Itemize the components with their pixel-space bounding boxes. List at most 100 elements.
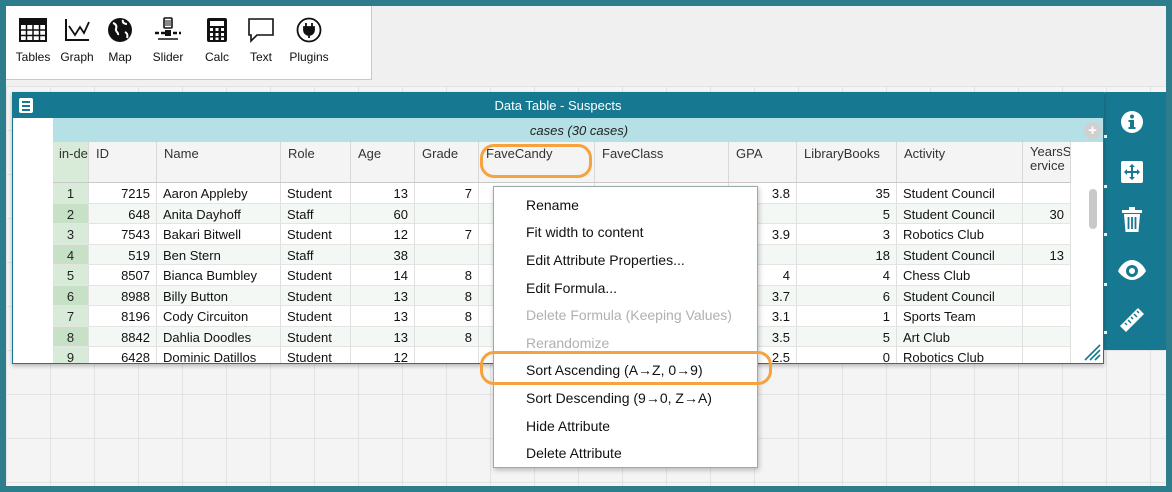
table-cell[interactable]: 30	[1023, 203, 1071, 223]
table-cell[interactable]: 8196	[89, 306, 157, 326]
table-cell[interactable]: Staff	[281, 203, 351, 223]
table-cell[interactable]: 4	[797, 265, 897, 285]
scale-button[interactable]	[1104, 152, 1154, 192]
menu-item-fit-width[interactable]: Fit width to content	[494, 219, 757, 247]
table-cell[interactable]: Student	[281, 224, 351, 244]
tool-tables[interactable]: Tables	[10, 12, 56, 79]
table-cell[interactable]: 8988	[89, 285, 157, 305]
table-cell[interactable]: 35	[797, 183, 897, 203]
table-cell[interactable]: 38	[351, 244, 415, 264]
table-cell[interactable]: Student Council	[897, 244, 1023, 264]
column-header-yearsservice[interactable]: YearsS ervice	[1023, 142, 1071, 182]
table-cell[interactable]: Student Council	[897, 285, 1023, 305]
table-cell[interactable]: Chess Club	[897, 265, 1023, 285]
vertical-scrollbar[interactable]	[1089, 189, 1097, 229]
column-header-faveclass[interactable]: FaveClass	[595, 142, 729, 182]
table-cell[interactable]: Anita Dayhoff	[157, 203, 281, 223]
menu-item-sort-descending[interactable]: Sort Descending (9→0, Z→A)	[494, 384, 757, 412]
table-cell[interactable]: 12	[351, 347, 415, 363]
table-cell[interactable]: Bianca Bumbley	[157, 265, 281, 285]
table-cell[interactable]	[1023, 347, 1071, 363]
table-cell[interactable]: Bakari Bitwell	[157, 224, 281, 244]
table-cell[interactable]: Staff	[281, 244, 351, 264]
table-cell[interactable]: 14	[351, 265, 415, 285]
info-button[interactable]	[1104, 102, 1154, 142]
table-cell[interactable]	[1023, 183, 1071, 203]
add-attribute-button[interactable]: +	[1084, 122, 1101, 139]
trash-button[interactable]	[1104, 200, 1154, 240]
tool-graph[interactable]: Graph	[56, 12, 98, 79]
table-cell[interactable]: Student	[281, 285, 351, 305]
table-cell[interactable]: 5	[797, 326, 897, 346]
table-cell[interactable]: 648	[89, 203, 157, 223]
table-cell[interactable]: 7215	[89, 183, 157, 203]
tool-map[interactable]: Map	[98, 12, 142, 79]
table-cell[interactable]: 13	[1023, 244, 1071, 264]
column-header-gpa[interactable]: GPA	[729, 142, 797, 182]
table-cell[interactable]: 1	[797, 306, 897, 326]
table-cell[interactable]	[415, 203, 479, 223]
table-cell[interactable]: Student	[281, 306, 351, 326]
table-cell[interactable]: Robotics Club	[897, 224, 1023, 244]
resize-handle-icon[interactable]	[1083, 343, 1101, 361]
tool-slider[interactable]: Slider	[142, 12, 194, 79]
table-cell[interactable]: 7	[415, 224, 479, 244]
column-header-librarybooks[interactable]: LibraryBooks	[797, 142, 897, 182]
menu-item-edit-attribute-properties[interactable]: Edit Attribute Properties...	[494, 246, 757, 274]
table-cell[interactable]: Student	[281, 347, 351, 363]
table-cell[interactable]: Art Club	[897, 326, 1023, 346]
table-cell[interactable]: 8	[415, 326, 479, 346]
column-header-age[interactable]: Age	[351, 142, 415, 182]
table-cell[interactable]: Student	[281, 326, 351, 346]
column-header-grade[interactable]: Grade	[415, 142, 479, 182]
table-cell[interactable]	[1023, 306, 1071, 326]
table-cell[interactable]: 7	[415, 183, 479, 203]
table-cell[interactable]: Student Council	[897, 203, 1023, 223]
table-cell[interactable]	[415, 244, 479, 264]
table-cell[interactable]: 3	[797, 224, 897, 244]
table-cell[interactable]: 519	[89, 244, 157, 264]
table-cell[interactable]	[415, 347, 479, 363]
table-cell[interactable]: 12	[351, 224, 415, 244]
table-cell[interactable]: Aaron Appleby	[157, 183, 281, 203]
column-header-name[interactable]: Name	[157, 142, 281, 182]
table-cell[interactable]: Student	[281, 183, 351, 203]
table-cell[interactable]: Cody Circuiton	[157, 306, 281, 326]
table-cell[interactable]: 8842	[89, 326, 157, 346]
table-cell[interactable]: 13	[351, 326, 415, 346]
table-cell[interactable]: Sports Team	[897, 306, 1023, 326]
table-cell[interactable]: Ben Stern	[157, 244, 281, 264]
tool-calc[interactable]: Calc	[194, 12, 240, 79]
table-cell[interactable]	[1023, 285, 1071, 305]
table-cell[interactable]: 0	[797, 347, 897, 363]
table-cell[interactable]	[1023, 326, 1071, 346]
menu-item-edit-formula[interactable]: Edit Formula...	[494, 274, 757, 302]
tool-text[interactable]: Text	[240, 12, 282, 79]
table-titlebar[interactable]: Data Table - Suspects	[13, 93, 1103, 118]
menu-item-delete-attribute[interactable]: Delete Attribute	[494, 439, 757, 467]
table-cell[interactable]: 8	[415, 265, 479, 285]
table-cell[interactable]: 18	[797, 244, 897, 264]
menu-item-hide-attribute[interactable]: Hide Attribute	[494, 412, 757, 440]
table-cell[interactable]: 13	[351, 306, 415, 326]
ruler-button[interactable]	[1104, 298, 1154, 338]
table-cell[interactable]: Dahlia Doodles	[157, 326, 281, 346]
column-header-id[interactable]: ID	[89, 142, 157, 182]
table-cell[interactable]: 13	[351, 285, 415, 305]
table-cell[interactable]: 6	[797, 285, 897, 305]
table-cell[interactable]: Dominic Datillos	[157, 347, 281, 363]
eye-button[interactable]	[1104, 250, 1154, 290]
table-cell[interactable]: 6428	[89, 347, 157, 363]
tool-plugins[interactable]: Plugins	[282, 12, 336, 79]
table-cell[interactable]: 8507	[89, 265, 157, 285]
table-cell[interactable]: Student	[281, 265, 351, 285]
table-cell[interactable]: 8	[415, 306, 479, 326]
table-cell[interactable]: 5	[797, 203, 897, 223]
table-cell[interactable]: 13	[351, 183, 415, 203]
table-cell[interactable]: Billy Button	[157, 285, 281, 305]
table-cell[interactable]	[1023, 224, 1071, 244]
column-header-role[interactable]: Role	[281, 142, 351, 182]
table-cell[interactable]: Robotics Club	[897, 347, 1023, 363]
table-cell[interactable]: 60	[351, 203, 415, 223]
column-header-activity[interactable]: Activity	[897, 142, 1023, 182]
